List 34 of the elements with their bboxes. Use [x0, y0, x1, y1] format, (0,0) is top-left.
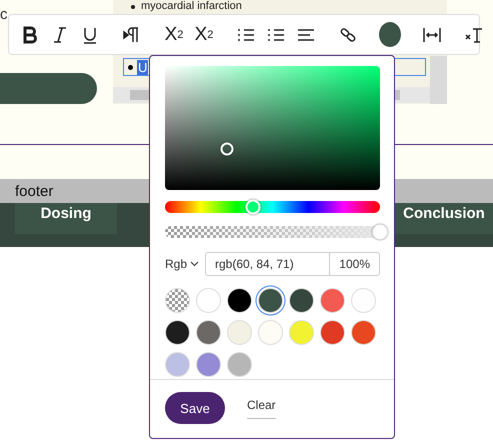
slider-thumb[interactable]: [246, 200, 261, 214]
color-cursor[interactable]: [220, 142, 234, 156]
color-swatch[interactable]: [196, 352, 221, 377]
color-swatch[interactable]: [196, 288, 221, 313]
list-item: myocardial infarction: [141, 0, 242, 13]
color-swatch[interactable]: [289, 288, 314, 313]
color-swatch[interactable]: [351, 288, 376, 313]
footer-text: footer: [15, 182, 54, 200]
nav-tab[interactable]: Dosing: [15, 203, 117, 234]
color-swatch[interactable]: [351, 320, 376, 345]
color-swatch[interactable]: [320, 320, 345, 345]
slider-thumb[interactable]: [372, 224, 388, 240]
save-button[interactable]: Save: [165, 392, 225, 424]
color-swatch[interactable]: [227, 352, 252, 377]
body-text: c: [0, 6, 8, 23]
color-swatch[interactable]: [258, 320, 283, 345]
superscript-button[interactable]: X$^{2}$: [189, 20, 219, 50]
chevron-icon: [190, 261, 200, 267]
color-swatch[interactable]: [165, 320, 190, 345]
bullet-icon: [131, 4, 135, 8]
nav-tab[interactable]: Conclusion: [395, 203, 493, 234]
clear-link[interactable]: Clear: [247, 398, 276, 418]
color-swatch[interactable]: [196, 320, 221, 345]
pill-button[interactable]: [0, 73, 97, 104]
vertical-scrollbar[interactable]: [430, 56, 447, 104]
transparent-swatch[interactable]: [165, 288, 190, 313]
color-swatch[interactable]: [289, 320, 314, 345]
color-swatch[interactable]: [227, 320, 252, 345]
color-swatch[interactable]: [320, 288, 345, 313]
saturation-brightness-pad[interactable]: [165, 66, 380, 190]
color-swatch[interactable]: [258, 288, 283, 313]
format-dropdown[interactable]: Rgb: [165, 257, 200, 271]
color-swatch[interactable]: [227, 288, 252, 313]
color-swatch[interactable]: [165, 352, 190, 377]
